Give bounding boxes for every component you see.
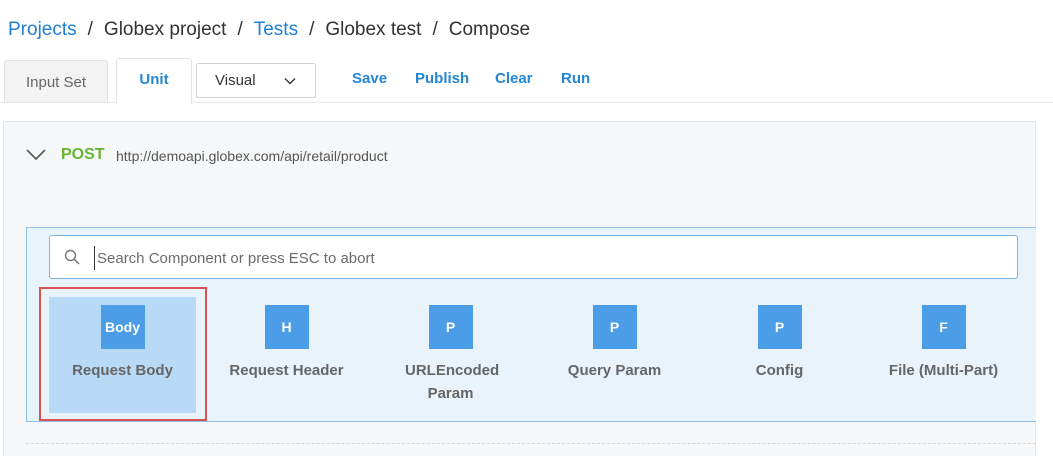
query-param-badge: P	[592, 305, 637, 349]
tab-unit[interactable]: Unit	[116, 58, 192, 104]
page-title: Compose	[448, 19, 531, 40]
component-label: Request Body	[72, 362, 173, 379]
breadcrumb-tests-link[interactable]: Tests	[254, 19, 298, 41]
breadcrumb-project: Globex project	[103, 19, 227, 40]
component-request-header[interactable]: H Request Header	[213, 297, 360, 413]
breadcrumb-separator: /	[432, 19, 438, 40]
component-search-input[interactable]	[94, 246, 997, 270]
file-multipart-badge: F	[921, 305, 966, 349]
run-button[interactable]: Run	[561, 70, 590, 87]
save-button[interactable]: Save	[352, 70, 387, 87]
component-label: Query Param	[567, 362, 662, 379]
tab-input-set[interactable]: Input Set	[4, 60, 108, 102]
search-icon	[64, 249, 80, 265]
breadcrumb-separator: /	[309, 19, 315, 40]
component-label: URLEncoded Param	[405, 362, 500, 402]
component-label: Config	[755, 362, 804, 379]
chevron-down-icon[interactable]	[25, 148, 47, 162]
request-header-badge: H	[264, 305, 309, 349]
publish-button[interactable]: Publish	[415, 70, 469, 87]
component-urlencoded-param[interactable]: P URLEncoded Param	[377, 297, 524, 413]
drop-zone-divider	[26, 443, 1036, 444]
config-badge: P	[757, 305, 802, 349]
component-query-param[interactable]: P Query Param	[541, 297, 688, 413]
urlencoded-param-badge: P	[428, 305, 473, 349]
component-file-multipart[interactable]: F File (Multi-Part)	[870, 297, 1017, 413]
breadcrumb-separator: /	[87, 19, 93, 40]
view-mode-select[interactable]: Visual	[196, 63, 316, 98]
request-method: POST	[61, 146, 105, 163]
component-label: Request Header	[229, 362, 344, 379]
request-body-badge: Body	[100, 305, 145, 349]
breadcrumb-projects-link[interactable]: Projects	[8, 19, 77, 41]
component-label: File (Multi-Part)	[888, 362, 999, 379]
breadcrumb-separator: /	[237, 19, 243, 40]
breadcrumb-test: Globex test	[325, 19, 422, 40]
component-request-body[interactable]: Body Request Body	[49, 297, 196, 413]
request-url: http://demoapi.globex.com/api/retail/pro…	[116, 148, 388, 164]
breadcrumb: Projects / Globex project / Tests / Glob…	[8, 17, 530, 43]
chevron-down-icon	[284, 78, 296, 85]
component-config[interactable]: P Config	[706, 297, 853, 413]
clear-button[interactable]: Clear	[495, 70, 533, 87]
view-mode-value: Visual	[215, 72, 256, 89]
